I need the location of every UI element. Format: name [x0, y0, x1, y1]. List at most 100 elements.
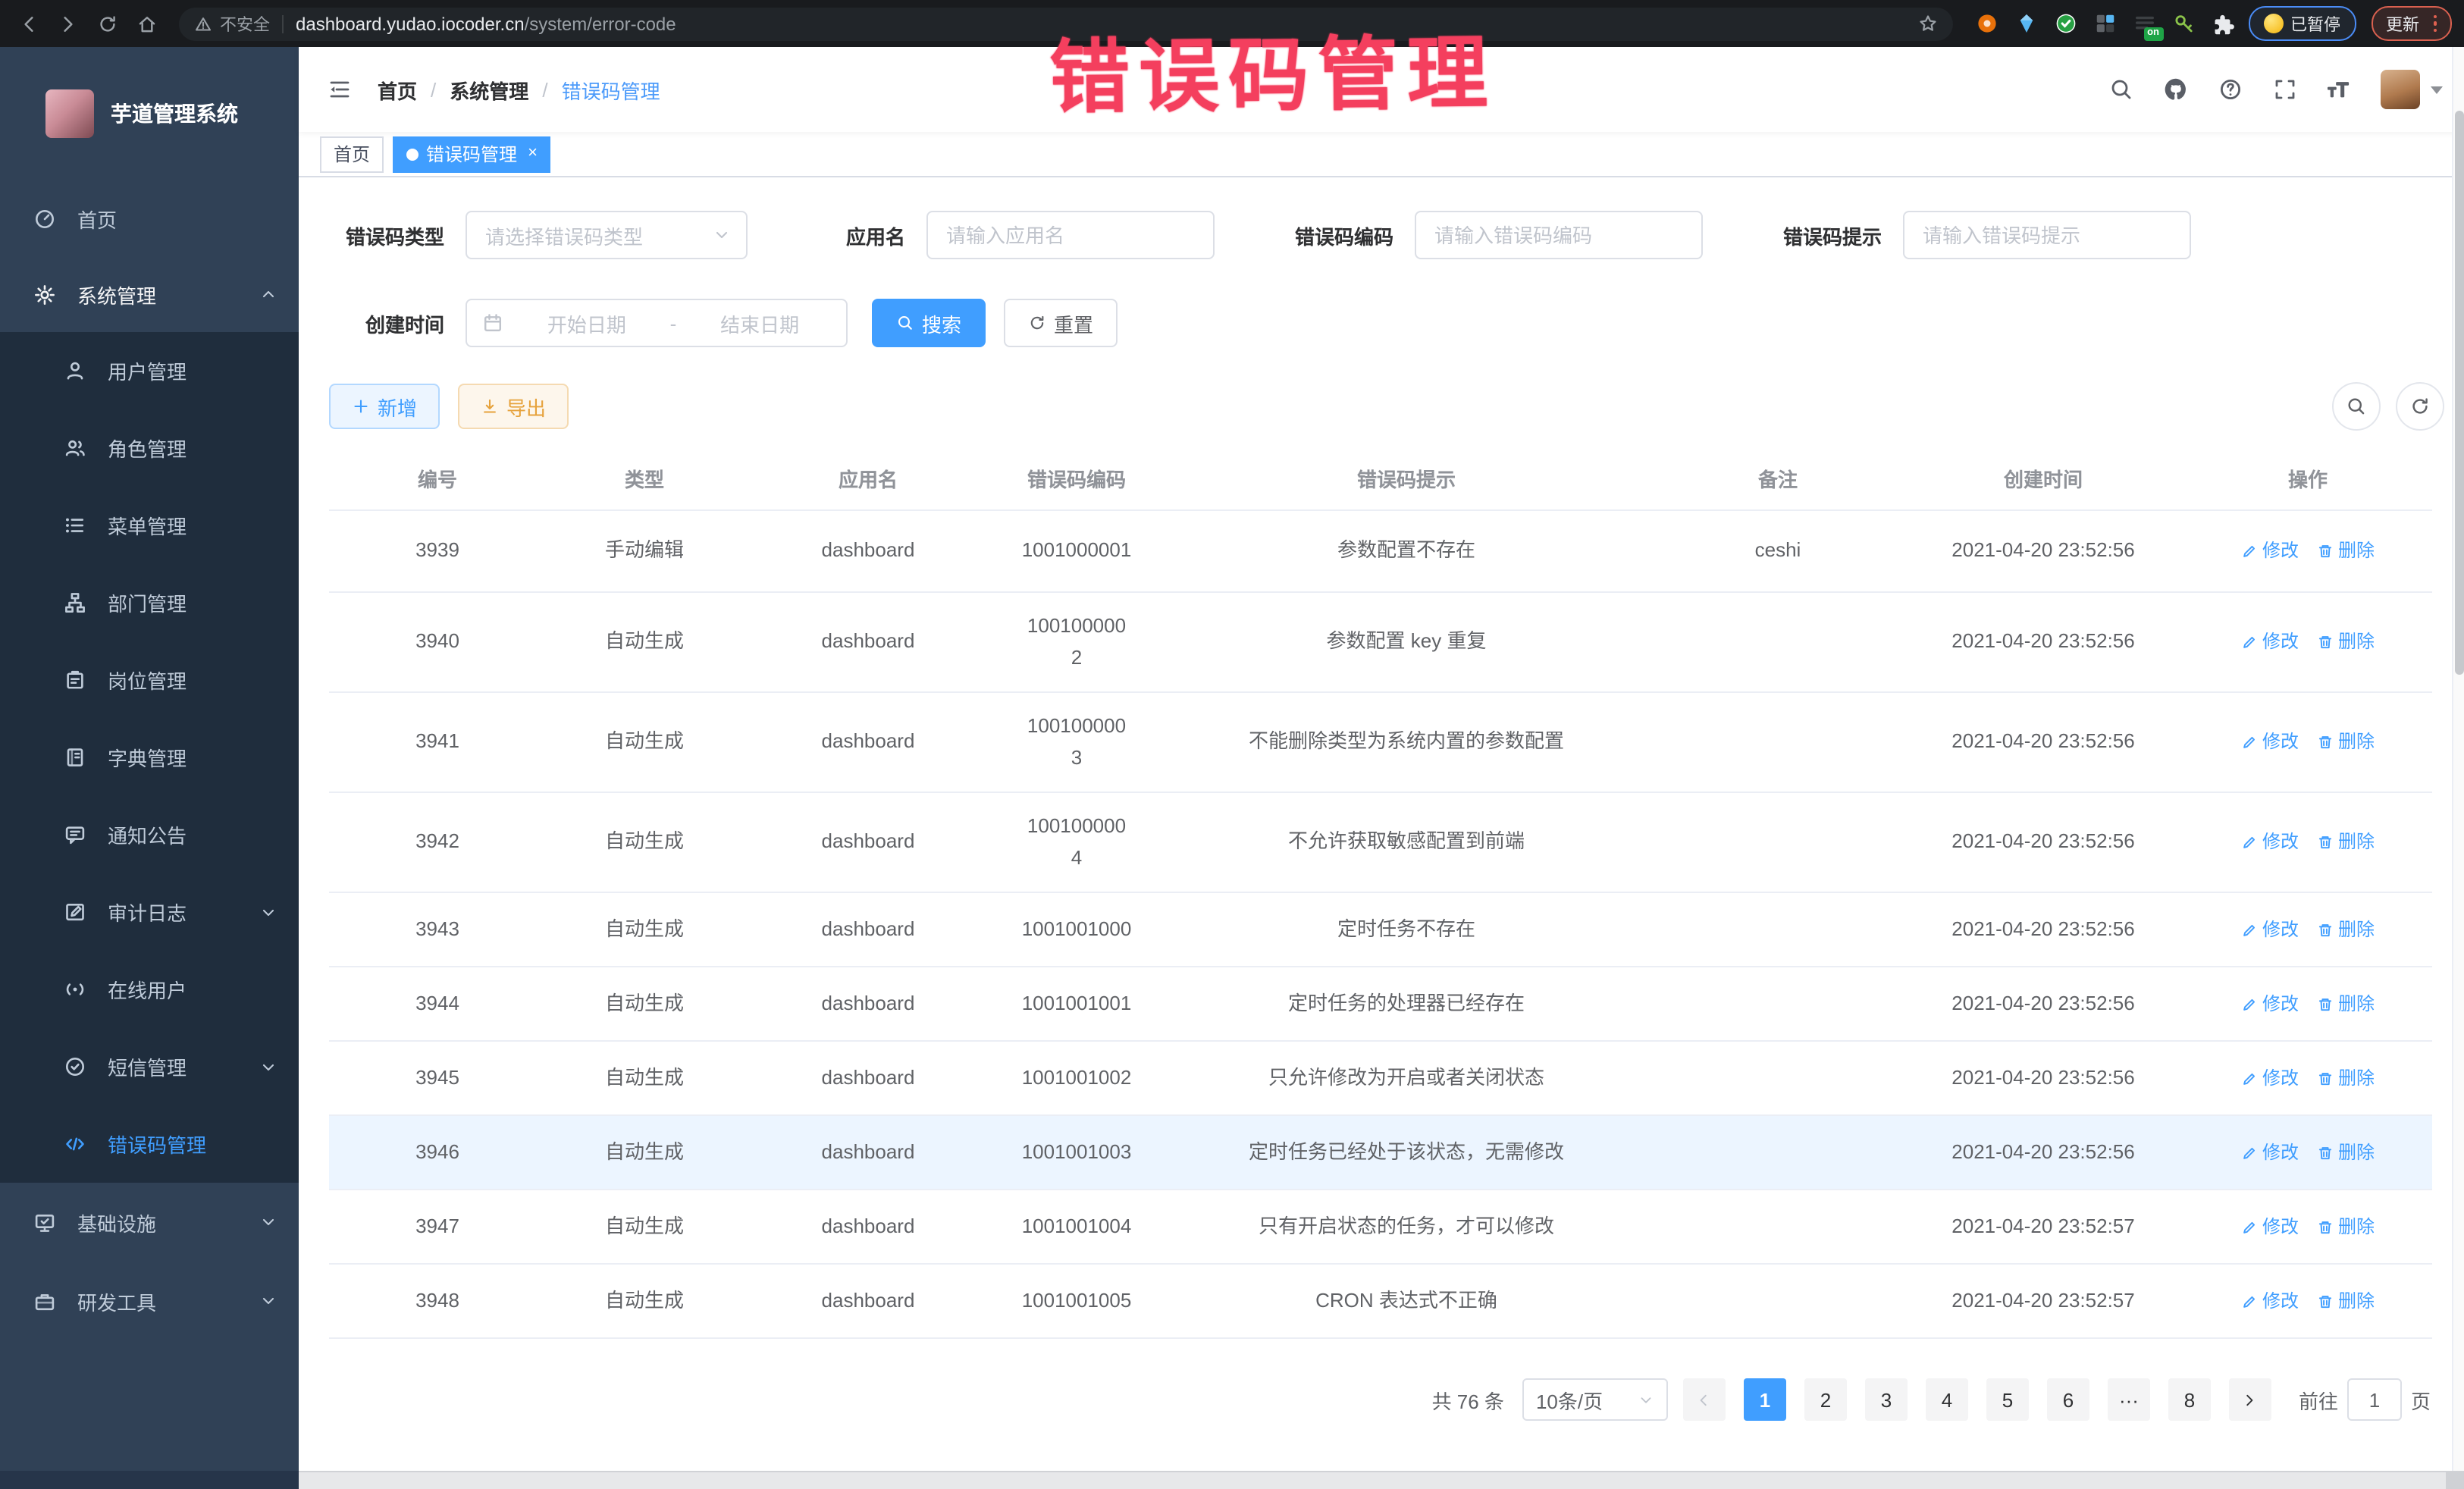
start-date-placeholder: 开始日期	[516, 309, 658, 337]
edit-button[interactable]: 修改	[2241, 915, 2299, 943]
edit-button[interactable]: 修改	[2241, 628, 2299, 656]
sidebar-item-announcements[interactable]: 通知公告	[0, 796, 299, 873]
goto-page-input[interactable]	[2347, 1378, 2402, 1421]
reset-button[interactable]: 重置	[1004, 299, 1118, 347]
sidebar-item-home[interactable]: 首页	[0, 180, 299, 256]
delete-button[interactable]: 删除	[2317, 537, 2375, 565]
tab-error-code[interactable]: 错误码管理 ×	[393, 136, 551, 172]
trash-icon	[2317, 1218, 2334, 1235]
delete-button[interactable]: 删除	[2317, 1212, 2375, 1240]
msg-label: 错误码提示	[1766, 221, 1882, 249]
page-button-5[interactable]: 5	[1986, 1378, 2029, 1421]
page-button-2[interactable]: 2	[1804, 1378, 1847, 1421]
delete-button[interactable]: 删除	[2317, 1064, 2375, 1092]
horizontal-scrollbar-track[interactable]	[299, 1471, 2464, 1489]
edit-button[interactable]: 修改	[2241, 1064, 2299, 1092]
sidebar-item-audit-log[interactable]: 审计日志	[0, 873, 299, 951]
error-code-input[interactable]	[1416, 212, 1701, 258]
page-button-1[interactable]: 1	[1744, 1378, 1786, 1421]
user-menu[interactable]	[2381, 70, 2443, 109]
extension-green-check-icon[interactable]	[2052, 11, 2078, 36]
breadcrumb-system[interactable]: 系统管理	[450, 75, 528, 104]
trash-icon	[2317, 734, 2334, 751]
edit-button[interactable]: 修改	[2241, 728, 2299, 756]
delete-button[interactable]: 删除	[2317, 828, 2375, 856]
back-icon[interactable]	[12, 7, 45, 40]
site-security[interactable]: 不安全	[194, 11, 270, 36]
edit-button[interactable]: 修改	[2241, 1138, 2299, 1166]
extensions-puzzle-icon[interactable]	[2210, 11, 2236, 36]
close-icon[interactable]: ×	[528, 146, 538, 162]
export-button[interactable]: 导出	[458, 384, 569, 429]
page-button-8[interactable]: 8	[2168, 1378, 2211, 1421]
edit-button[interactable]: 修改	[2241, 537, 2299, 565]
app-logo[interactable]: 芋道管理系统	[0, 47, 299, 180]
search-icon[interactable]	[2108, 77, 2133, 102]
date-range-picker[interactable]: 开始日期 - 结束日期	[466, 299, 848, 347]
delete-button[interactable]: 删除	[2317, 1138, 2375, 1166]
page-button-3[interactable]: 3	[1865, 1378, 1908, 1421]
next-page-button[interactable]	[2229, 1378, 2271, 1421]
extension-gem-icon[interactable]	[2013, 11, 2039, 36]
filter-row-2: 创建时间 开始日期 - 结束日期 搜索 重置	[329, 296, 2464, 350]
sidebar-item-dictionary[interactable]: 字典管理	[0, 719, 299, 796]
sidebar-toggle-icon[interactable]	[323, 73, 356, 106]
toggle-search-button[interactable]	[2332, 382, 2381, 431]
sidebar-item-system[interactable]: 系统管理	[0, 256, 299, 332]
bookmark-star-icon[interactable]	[1917, 14, 1937, 33]
prev-page-button[interactable]	[1683, 1378, 1726, 1421]
more-pages-button[interactable]: ···	[2108, 1378, 2150, 1421]
delete-button[interactable]: 删除	[2317, 728, 2375, 756]
update-label: 更新	[2386, 11, 2419, 36]
vertical-scrollbar[interactable]	[2452, 47, 2464, 1471]
edit-button[interactable]: 修改	[2241, 828, 2299, 856]
page-size-select[interactable]: 10条/页	[1522, 1378, 1668, 1421]
badge-icon	[64, 669, 86, 691]
reload-icon[interactable]	[91, 7, 124, 40]
search-button[interactable]: 搜索	[872, 299, 986, 347]
sidebar-item-online-users[interactable]: 在线用户	[0, 951, 299, 1028]
home-icon[interactable]	[130, 7, 164, 40]
sidebar-item-dev-tools[interactable]: 研发工具	[0, 1262, 299, 1340]
edit-button[interactable]: 修改	[2241, 1287, 2299, 1315]
font-size-icon[interactable]: TT	[2326, 77, 2352, 102]
page-button-4[interactable]: 4	[1926, 1378, 1968, 1421]
edit-button[interactable]: 修改	[2241, 989, 2299, 1017]
sidebar-item-error-code[interactable]: 错误码管理	[0, 1105, 299, 1183]
sidebar-item-sms[interactable]: 短信管理	[0, 1028, 299, 1105]
extension-grid-icon[interactable]	[2092, 11, 2118, 36]
github-icon[interactable]	[2162, 77, 2188, 102]
sidebar-item-departments[interactable]: 部门管理	[0, 564, 299, 641]
forward-icon[interactable]	[52, 7, 85, 40]
error-type-select[interactable]: 请选择错误码类型	[466, 211, 748, 259]
delete-button[interactable]: 删除	[2317, 1287, 2375, 1315]
scrollbar-thumb[interactable]	[2455, 111, 2464, 675]
extension-key-icon[interactable]	[2171, 11, 2196, 36]
pagination: 共 76 条 10条/页 1 2 3 4 5 6 ··· 8	[329, 1378, 2464, 1421]
delete-button[interactable]: 删除	[2317, 989, 2375, 1017]
edit-icon	[2241, 834, 2258, 851]
profile-paused-badge[interactable]: 已暂停	[2248, 6, 2356, 41]
delete-button[interactable]: 删除	[2317, 915, 2375, 943]
add-button[interactable]: 新增	[329, 384, 440, 429]
breadcrumb-home[interactable]: 首页	[378, 75, 417, 104]
browser-menu-icon[interactable]	[2433, 15, 2437, 33]
extension-list-icon[interactable]: on	[2131, 11, 2157, 36]
avatar[interactable]	[2381, 70, 2420, 109]
error-msg-input[interactable]	[1904, 212, 2190, 258]
sidebar-item-positions[interactable]: 岗位管理	[0, 641, 299, 719]
extension-orange-icon[interactable]	[1973, 11, 1999, 36]
refresh-table-button[interactable]	[2396, 382, 2444, 431]
page-button-6[interactable]: 6	[2047, 1378, 2089, 1421]
update-button[interactable]: 更新	[2371, 6, 2452, 41]
edit-button[interactable]: 修改	[2241, 1212, 2299, 1240]
sidebar-item-roles[interactable]: 角色管理	[0, 409, 299, 487]
sidebar-item-infrastructure[interactable]: 基础设施	[0, 1183, 299, 1262]
help-icon[interactable]	[2217, 77, 2243, 102]
fullscreen-icon[interactable]	[2271, 77, 2297, 102]
delete-button[interactable]: 删除	[2317, 628, 2375, 656]
tab-home[interactable]: 首页	[320, 136, 384, 172]
sidebar-item-menus[interactable]: 菜单管理	[0, 487, 299, 564]
sidebar-item-users[interactable]: 用户管理	[0, 332, 299, 409]
app-name-input[interactable]	[928, 212, 1213, 258]
